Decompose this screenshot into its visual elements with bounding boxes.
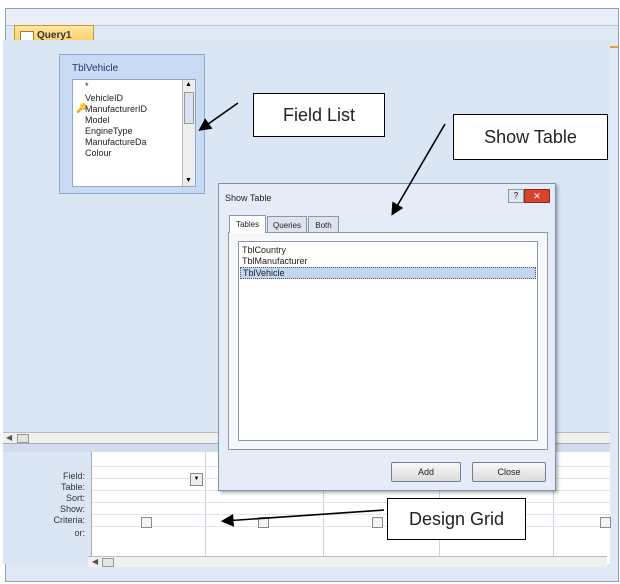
arrow-show-table <box>391 123 446 216</box>
arrow-field-list <box>198 102 239 131</box>
arrow-design-grid <box>220 509 385 527</box>
annotation-arrows <box>198 102 446 527</box>
